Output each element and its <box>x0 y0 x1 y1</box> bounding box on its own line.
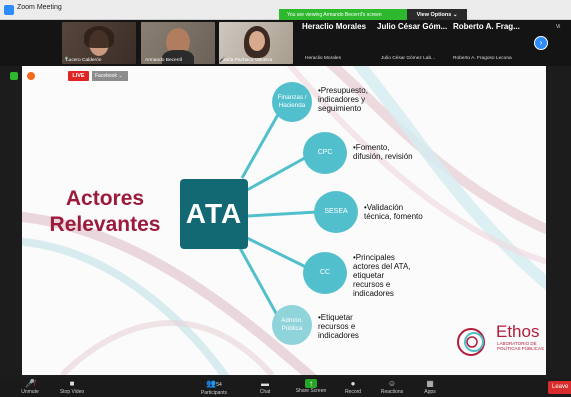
chat-button[interactable]: ▬ Chat <box>255 379 275 395</box>
participant-name: Lucero Calderón <box>66 58 102 63</box>
apps-icon: ▦ <box>426 379 434 388</box>
ethos-logo-icon <box>457 328 485 356</box>
participants-count: 54 <box>216 382 222 388</box>
chat-icon: ▬ <box>261 379 269 388</box>
node-cpc: CPC <box>303 132 347 174</box>
slide-title-line1: Actores <box>65 187 145 210</box>
stop-video-button[interactable]: ■ Stop Video <box>58 379 86 395</box>
reactions-icon: ☺ <box>387 379 397 388</box>
participant-name-tile[interactable]: Julio César Góm... <box>377 22 447 31</box>
record-icon: ● <box>350 379 356 388</box>
participants-button[interactable]: 👥54 Participants <box>197 379 231 396</box>
participant-face <box>249 31 265 51</box>
apps-button[interactable]: ▦ Apps <box>420 379 440 395</box>
share-screen-button[interactable]: ↑ Share Screen <box>292 379 330 394</box>
center-node-ata: ATA <box>180 179 248 249</box>
participant-name-tile[interactable]: Roberto A. Frag... <box>453 22 520 31</box>
ethos-logo-text: Ethos <box>496 322 540 341</box>
video-camera-icon: ■ <box>69 379 75 388</box>
participant-name-small: Julio César Gómez Lab... <box>381 56 436 61</box>
reactions-label: Reactions <box>380 389 404 395</box>
connector-lines <box>238 103 318 325</box>
node-finanzas: Finanzas / Hacienda <box>272 82 312 122</box>
node-admon-publica: Admón. Pública <box>272 305 312 345</box>
recording-indicator-icon <box>27 72 35 80</box>
node-admon-desc: •Etiquetar recursos e indicadores <box>318 313 359 340</box>
node-cc: CC <box>303 252 347 294</box>
view-options-button[interactable]: View Options ⌄ <box>407 9 467 20</box>
participants-icon: 👥54 <box>206 379 222 388</box>
view-label[interactable]: Vi <box>556 24 560 30</box>
live-badge[interactable]: LIVE <box>68 71 89 81</box>
participants-label: Participants <box>200 390 228 396</box>
node-sesea-desc: •Validación técnica, fomento <box>364 203 423 221</box>
video-tile[interactable]: Armando Becerril <box>141 22 215 64</box>
node-sesea: SESEA <box>314 191 358 233</box>
node-cc-desc: •Principales actores del ATA, etiquetar … <box>353 253 411 298</box>
zoom-app-icon <box>4 5 14 15</box>
participant-name: Armando Becerril <box>145 58 183 63</box>
video-tile[interactable]: 🎤 Lucero Calderón <box>62 22 136 64</box>
viewing-banner: You are viewing Armando Becerril's scree… <box>279 9 407 20</box>
unmute-label: Unmute <box>21 389 39 395</box>
slide-title-line2: Relevantes <box>49 213 161 236</box>
ethos-logo-subtitle: LABORATORIO DE POLÍTICAS PÚBLICAS <box>497 341 545 351</box>
record-button[interactable]: ● Record <box>342 379 364 395</box>
leave-button[interactable]: Leave <box>548 381 571 394</box>
share-screen-label: Share Screen <box>295 388 327 394</box>
participant-name-tile[interactable]: Heraclio Morales <box>302 22 366 31</box>
stop-video-label: Stop Video <box>59 389 85 395</box>
participant-hair <box>84 26 114 48</box>
record-label: Record <box>344 389 362 395</box>
unmute-button[interactable]: 🎤̸ Unmute <box>18 379 42 395</box>
next-page-icon[interactable]: › <box>534 36 548 50</box>
chat-label: Chat <box>259 389 271 395</box>
window-title: Zoom Meeting <box>17 4 62 11</box>
node-cpc-desc: •Fomento, difusión, revisión <box>353 143 413 161</box>
participant-name: Jaña Pacheco Valtierra <box>223 58 273 63</box>
slide-title: Actores Relevantes <box>30 186 180 238</box>
security-shield-icon[interactable] <box>10 72 18 80</box>
reactions-button[interactable]: ☺ Reactions <box>378 379 406 395</box>
mic-muted-icon: 🎤̸ <box>25 379 35 388</box>
node-finanzas-desc: •Presupuesto, indicadores y seguimiento <box>318 86 368 113</box>
facebook-stream-dropdown[interactable]: Facebook ⌄ <box>92 71 128 81</box>
apps-label: Apps <box>424 389 436 395</box>
share-screen-icon: ↑ <box>305 379 317 388</box>
participant-name-small: Roberto A. Fragoso Lecona <box>453 56 512 61</box>
participant-name-small: Heraclio Morales <box>305 56 341 61</box>
video-tile[interactable]: 🎤 Jaña Pacheco Valtierra <box>219 22 293 64</box>
